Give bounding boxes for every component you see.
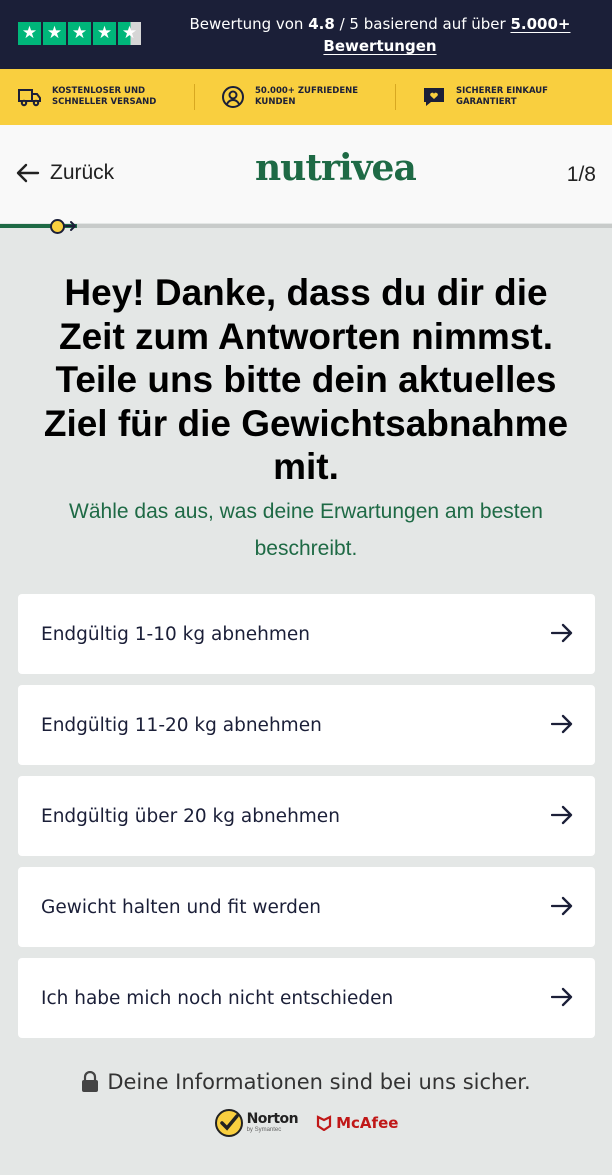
star-icon: ★	[93, 22, 116, 45]
option-label: Endgültig über 20 kg abnehmen	[41, 805, 340, 827]
lock-icon	[82, 1071, 99, 1092]
norton-check-icon	[214, 1109, 243, 1137]
rating-value: 4.8	[308, 15, 335, 33]
rating-prefix: Bewertung von	[189, 15, 304, 33]
benefit-line2: SCHNELLER VERSAND	[52, 97, 157, 107]
mcafee-badge: McAfee	[316, 1114, 398, 1132]
security-note: Deine Informationen sind bei uns sicher.	[0, 1070, 612, 1094]
arrow-right-icon	[551, 896, 573, 916]
progress-marker	[50, 219, 65, 234]
review-count[interactable]: 5.000+	[510, 15, 570, 33]
norton-name: Norton	[246, 1111, 299, 1127]
star-icon: ★	[68, 22, 91, 45]
benefit-line2: KUNDEN	[255, 97, 296, 107]
quiz-header: Zurück nutrivea 1/8	[0, 125, 612, 223]
security-text: Deine Informationen sind bei uns sicher.	[107, 1070, 531, 1094]
norton-sub: by Symantec	[246, 1127, 282, 1133]
question-title: Hey! Danke, dass du dir die Zeit zum Ant…	[43, 272, 569, 487]
user-circle-icon	[221, 85, 245, 109]
norton-badge: Norton by Symantec	[214, 1108, 299, 1138]
step-indicator: 1/8	[566, 163, 596, 186]
truck-icon	[18, 85, 42, 109]
rating-mid: / 5 basierend auf über	[339, 15, 506, 33]
option-label: Endgültig 11-20 kg abnehmen	[41, 714, 322, 736]
mcafee-name: McAfee	[336, 1114, 399, 1132]
heart-chat-icon	[422, 85, 446, 109]
benefit-line1: 50.000+ ZUFRIEDENE	[255, 86, 359, 96]
logo: nutrivea	[255, 147, 417, 189]
question-subtitle: Wähle das aus, was deine Erwartungen am …	[69, 500, 543, 560]
mcafee-shield-icon	[317, 1115, 332, 1131]
answer-options: Endgültig 1-10 kg abnehmen Endgültig 11-…	[18, 594, 595, 1049]
arrow-right-icon	[551, 714, 573, 734]
option-11-20kg[interactable]: Endgültig 11-20 kg abnehmen	[18, 685, 595, 765]
reviews-link[interactable]: Bewertungen	[323, 37, 436, 55]
benefit-line1: SICHERER EINKAUF	[456, 86, 548, 96]
progress-bar	[0, 224, 612, 228]
option-undecided[interactable]: Ich habe mich noch nicht entschieden	[18, 958, 595, 1038]
benefit-shipping: KOSTENLOSER UND SCHNELLER VERSAND	[18, 84, 194, 110]
chevron-right-icon	[65, 221, 77, 231]
arrow-left-icon	[16, 163, 40, 183]
arrow-right-icon	[551, 987, 573, 1007]
star-icon: ★	[43, 22, 66, 45]
benefits-bar: KOSTENLOSER UND SCHNELLER VERSAND 50.000…	[0, 69, 612, 125]
security-badges: Norton by Symantec McAfee	[0, 1108, 612, 1138]
arrow-right-icon	[551, 623, 573, 643]
back-label: Zurück	[50, 161, 115, 184]
option-label: Gewicht halten und fit werden	[41, 896, 321, 918]
benefit-line1: KOSTENLOSER UND	[52, 86, 146, 96]
half-star-icon: ★	[118, 22, 141, 45]
divider	[194, 84, 195, 110]
option-maintain-weight[interactable]: Gewicht halten und fit werden	[18, 867, 595, 947]
option-over-20kg[interactable]: Endgültig über 20 kg abnehmen	[18, 776, 595, 856]
divider	[395, 84, 396, 110]
option-1-10kg[interactable]: Endgültig 1-10 kg abnehmen	[18, 594, 595, 674]
option-label: Endgültig 1-10 kg abnehmen	[41, 623, 311, 645]
trustpilot-rating-bar: ★ ★ ★ ★ ★ Bewertung von 4.8 / 5 basieren…	[0, 0, 612, 69]
benefit-customers: 50.000+ ZUFRIEDENE KUNDEN	[221, 84, 395, 110]
back-button[interactable]: Zurück	[16, 161, 114, 185]
rating-summary: Bewertung von 4.8 / 5 basierend auf über…	[170, 13, 590, 57]
arrow-right-icon	[551, 805, 573, 825]
benefit-secure: SICHERER EINKAUF GARANTIERT	[422, 84, 548, 110]
star-icon: ★	[18, 22, 41, 45]
benefit-line2: GARANTIERT	[456, 97, 517, 107]
rating-stars: ★ ★ ★ ★ ★	[18, 22, 141, 45]
option-label: Ich habe mich noch nicht entschieden	[41, 987, 394, 1009]
